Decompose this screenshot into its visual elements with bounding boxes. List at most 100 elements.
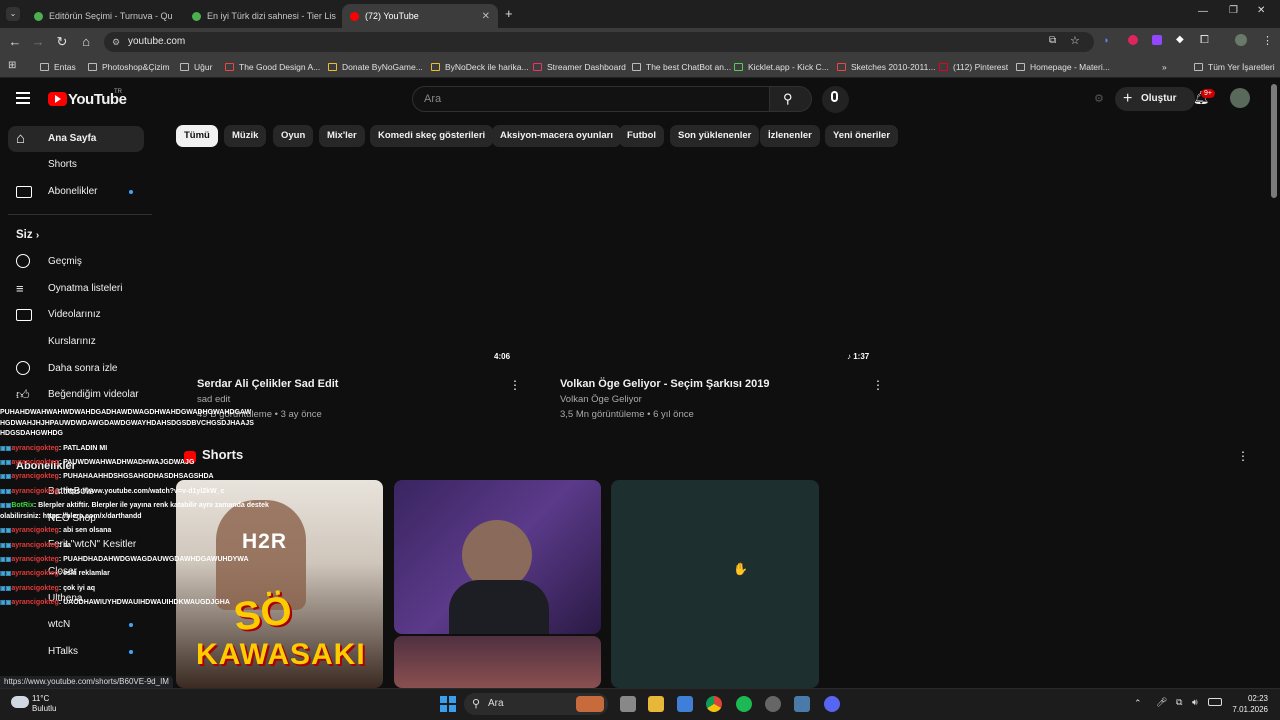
maximize-icon[interactable]: ❐: [1229, 5, 1238, 16]
chip[interactable]: Yeni öneriler: [825, 125, 899, 147]
puzzle-icon[interactable]: ⧠: [1200, 34, 1209, 47]
url-field[interactable]: ⚙ youtube.com: [104, 32, 1094, 52]
account-avatar[interactable]: [1230, 88, 1250, 108]
close-icon[interactable]: ✕: [476, 11, 490, 22]
channel-name[interactable]: Volkan Öge Geliyor: [560, 394, 642, 405]
extension-icon[interactable]: [1128, 35, 1138, 45]
tab-youtube[interactable]: (72) YouTube ✕: [342, 4, 498, 28]
new-tab-icon[interactable]: +: [505, 6, 513, 21]
bookmark[interactable]: The Good Design A...: [225, 60, 320, 74]
sidebar-you-header[interactable]: Siz ›: [16, 229, 39, 241]
home-icon[interactable]: ⌂: [78, 34, 94, 50]
chip[interactable]: Futbol: [619, 125, 665, 147]
chip[interactable]: Mix'ler: [319, 125, 365, 147]
site-info-icon[interactable]: ⚙: [112, 32, 120, 52]
sidebar-item-home[interactable]: ⌂ Ana Sayfa: [8, 126, 144, 152]
chip-all[interactable]: Tümü: [176, 125, 218, 147]
short-thumbnail[interactable]: [394, 480, 601, 634]
spotify-icon[interactable]: [736, 696, 752, 712]
more-options-icon[interactable]: ⋮: [1237, 449, 1249, 463]
video-title[interactable]: Volkan Öge Geliyor - Seçim Şarkısı 2019: [560, 378, 770, 390]
tab-1[interactable]: Editörün Seçimi - Turnuva - Qu✕: [26, 4, 180, 28]
sidebar-item-history[interactable]: Geçmiş: [8, 249, 144, 275]
search-button[interactable]: ⚲: [770, 86, 812, 112]
reload-icon[interactable]: ↻: [54, 34, 70, 50]
menu-kebab-icon[interactable]: ⋮: [1262, 34, 1273, 47]
windows-start-icon[interactable]: [440, 696, 456, 712]
sidebar-item-your-videos[interactable]: Videolarınız: [8, 302, 144, 328]
speaker-icon[interactable]: 🔊︎: [1192, 697, 1198, 708]
bookmark[interactable]: (112) Pinterest: [939, 60, 1008, 74]
video-title[interactable]: Serdar Ali Çelikler Sad Edit: [197, 378, 338, 390]
bookmark[interactable]: Photoshop&Çizim: [88, 60, 170, 74]
bookmark[interactable]: ByNoDeck ile harika...: [431, 60, 529, 74]
app-icon[interactable]: [765, 696, 781, 712]
task-view-icon[interactable]: [620, 696, 636, 712]
network-icon[interactable]: ⧉: [1176, 697, 1182, 708]
taskbar-clock[interactable]: 02:23 7.01.2026: [1222, 693, 1268, 715]
short-thumbnail[interactable]: [394, 636, 601, 688]
bookmark[interactable]: Entas: [40, 60, 76, 74]
more-options-icon[interactable]: ⋮: [872, 378, 884, 392]
chevron-right-icon[interactable]: »: [1162, 60, 1167, 74]
chevron-up-icon[interactable]: ⌃: [1134, 698, 1142, 709]
short-thumbnail[interactable]: ✋: [611, 480, 819, 688]
chip[interactable]: Aksiyon-macera oyunları: [492, 125, 621, 147]
hamburger-menu-icon[interactable]: [16, 92, 30, 104]
bookmark[interactable]: Homepage - Materi...: [1016, 60, 1110, 74]
video-thumbnail[interactable]: [553, 162, 883, 367]
minimize-icon[interactable]: —: [1198, 6, 1208, 17]
bookmark[interactable]: Kicklet.app - Kick C...: [734, 60, 829, 74]
apps-grid-icon[interactable]: ⊞: [8, 60, 16, 71]
cast-icon[interactable]: ⚙: [1094, 92, 1104, 105]
star-icon[interactable]: ☆: [1070, 34, 1080, 47]
extension-icon[interactable]: [1152, 35, 1162, 45]
store-icon[interactable]: [677, 696, 693, 712]
page-scrollbar[interactable]: [1271, 84, 1277, 198]
extension-icon[interactable]: ◆: [1176, 34, 1184, 45]
close-icon[interactable]: ✕: [173, 11, 180, 22]
sidebar-item-shorts[interactable]: Shorts: [8, 152, 144, 178]
taskbar-search[interactable]: ⚲ Ara: [464, 693, 608, 715]
channel-name[interactable]: sad edit: [197, 394, 230, 405]
install-icon[interactable]: ⧉: [1049, 35, 1056, 46]
close-icon[interactable]: ✕: [336, 11, 338, 22]
youtube-logo-icon[interactable]: [48, 92, 67, 106]
video-thumbnail[interactable]: [190, 162, 520, 367]
bookmark[interactable]: The best ChatBot an...: [632, 60, 731, 74]
chip[interactable]: Son yüklenenler: [670, 125, 760, 147]
sidebar-item-liked[interactable]: 👍︎ Beğendiğim videolar: [8, 382, 144, 408]
weather-widget[interactable]: 11°C Bulutlu: [32, 694, 56, 714]
tab-search-button[interactable]: ⌄: [6, 7, 20, 21]
more-options-icon[interactable]: ⋮: [509, 378, 521, 392]
chip[interactable]: İzlenenler: [760, 125, 820, 147]
microphone-icon[interactable]: 🎤︎: [1156, 697, 1167, 708]
extension-icon[interactable]: ◑: [1103, 35, 1108, 45]
app-icon[interactable]: [794, 696, 810, 712]
voice-search-button[interactable]: [822, 86, 849, 113]
chip[interactable]: Müzik: [224, 125, 267, 147]
battery-icon[interactable]: [1208, 698, 1222, 706]
bookmark[interactable]: Sketches 2010-2011...: [837, 60, 935, 74]
search-input[interactable]: Ara: [412, 86, 770, 112]
bookmark[interactable]: Donate ByNoGame...: [328, 60, 423, 74]
chip[interactable]: Oyun: [273, 125, 314, 147]
discord-icon[interactable]: [824, 696, 840, 712]
sidebar-item-watch-later[interactable]: Daha sonra izle: [8, 356, 144, 382]
sidebar-item-courses[interactable]: Kurslarınız: [8, 329, 144, 355]
all-bookmarks[interactable]: Tüm Yer İşaretleri: [1194, 60, 1275, 74]
tab-2[interactable]: En iyi Türk dizi sahnesi - Tier Lis✕: [184, 4, 338, 28]
forward-icon[interactable]: →: [30, 34, 46, 50]
back-icon[interactable]: ←: [7, 34, 23, 50]
chrome-icon[interactable]: [706, 696, 722, 712]
sidebar-channel[interactable]: HTalks: [8, 639, 144, 665]
profile-avatar[interactable]: [1235, 34, 1247, 46]
window-close-icon[interactable]: ✕: [1257, 5, 1265, 16]
bookmark[interactable]: Uğur: [180, 60, 212, 74]
bookmark[interactable]: Streamer Dashboard: [533, 60, 626, 74]
sidebar-item-subscriptions[interactable]: Abonelikler: [8, 179, 144, 205]
file-explorer-icon[interactable]: [648, 696, 664, 712]
create-button[interactable]: + Oluştur: [1115, 87, 1195, 111]
sidebar-channel[interactable]: wtcN: [8, 612, 144, 638]
chip[interactable]: Komedi skeç gösterileri: [370, 125, 494, 147]
